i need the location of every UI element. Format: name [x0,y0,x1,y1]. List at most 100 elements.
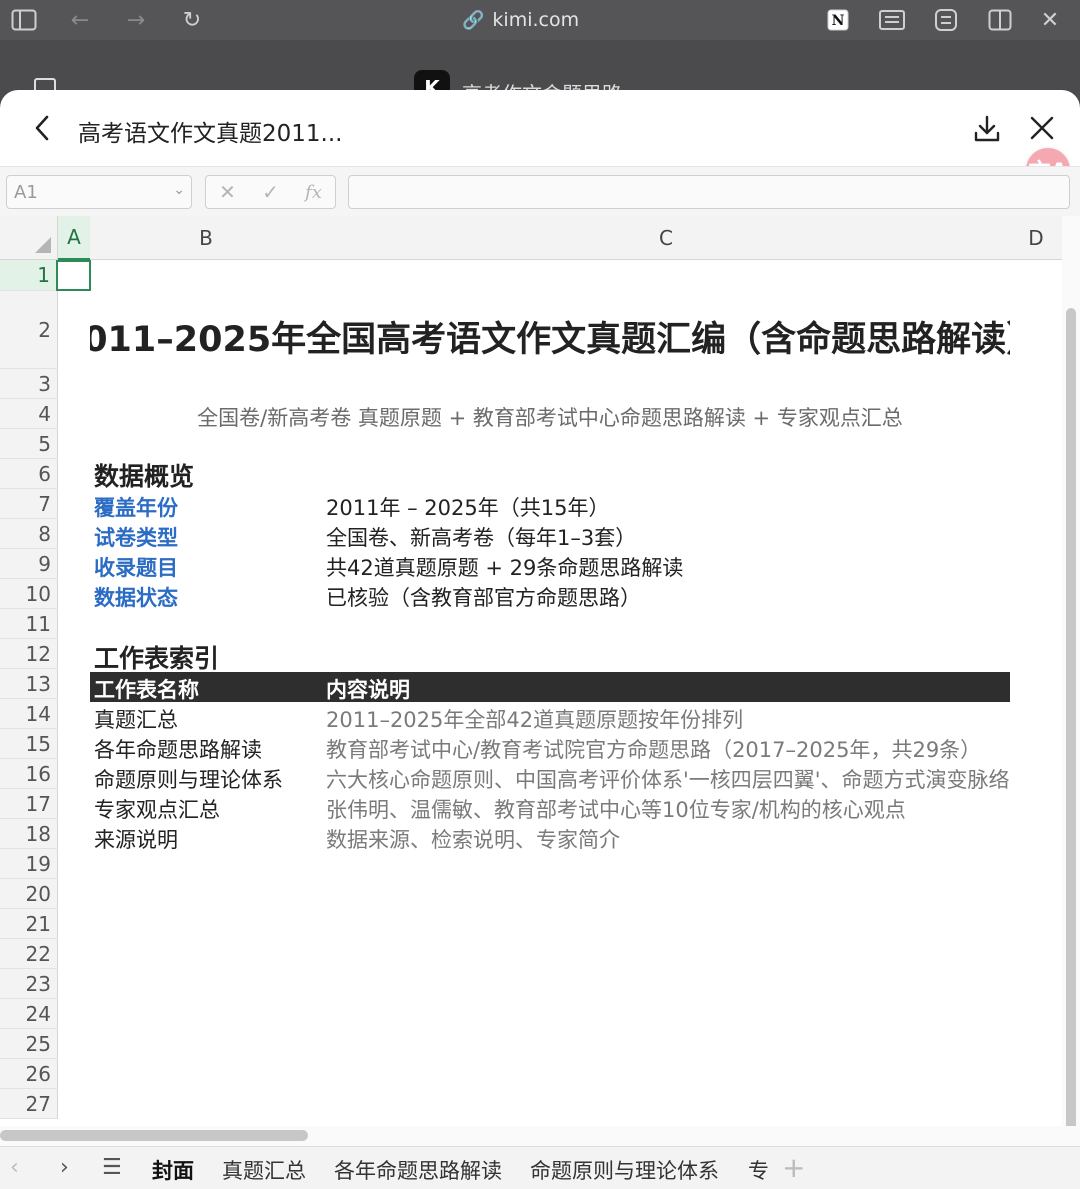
index-row-name: 各年命题思路解读 [94,738,262,762]
row-header[interactable]: 19 [0,849,58,879]
url-text: kimi.com [492,9,580,31]
overview-value: 共42道真题原题 + 29条命题思路解读 [326,556,684,580]
modal-title: 高考语文作文真题2011... [78,121,343,147]
svg-text:N: N [832,13,845,29]
overview-value: 已核验（含教育部官方命题思路） [326,586,641,610]
formula-bar: A1 ⌄ ✕ ✓ fx [0,166,1080,216]
index-row-desc: 张伟明、温儒敏、教育部考试中心等10位专家/机构的核心观点 [326,798,906,822]
split-view-icon[interactable] [986,6,1014,34]
close-icon [1030,116,1054,140]
row-header[interactable]: 13 [0,669,58,699]
address-bar[interactable]: 🔗 kimi.com [462,6,579,34]
index-table-header: 工作表名称 内容说明 [90,672,1010,702]
sidebar-toggle-icon[interactable] [10,6,38,34]
row-header[interactable]: 22 [0,939,58,969]
formula-actions: ✕ ✓ fx [205,175,336,209]
row-header[interactable]: 9 [0,549,58,579]
overview-label: 试卷类型 [94,526,178,550]
overview-label: 数据状态 [94,586,178,610]
row-header[interactable]: 15 [0,729,58,759]
row-header[interactable]: 26 [0,1059,58,1089]
close-window-icon[interactable]: ✕ [1036,6,1064,34]
selected-cell-a1[interactable] [56,260,91,291]
column-header-c[interactable]: C [322,216,1010,260]
column-header-d[interactable]: D [1010,216,1062,260]
row-header[interactable]: 23 [0,969,58,999]
tab-cover[interactable]: 封面 [152,1155,194,1185]
file-preview-modal: 高考语文作文真题2011... 文A A1 ⌄ ✕ ✓ fx A B C D 1… [0,90,1080,1189]
formula-input[interactable] [348,175,1070,209]
row-header[interactable]: 20 [0,879,58,909]
row-header[interactable]: 14 [0,699,58,729]
row-header[interactable]: 3 [0,369,58,399]
row-header[interactable]: 7 [0,489,58,519]
row-header[interactable]: 4 [0,399,58,429]
cancel-icon[interactable]: ✕ [219,180,236,204]
add-sheet-icon[interactable]: + [782,1151,805,1184]
tab-questions[interactable]: 真题汇总 [222,1155,306,1185]
row-header[interactable]: 27 [0,1089,58,1119]
row-header[interactable]: 16 [0,759,58,789]
cell-reference-box[interactable]: A1 ⌄ [6,175,192,209]
index-row-desc: 教育部考试中心/教育考试院官方命题思路（2017–2025年，共29条） [326,738,982,762]
sheet-title: 2011–2025年全国高考语文作文真题汇编（含命题思路解读） [90,320,1010,360]
row-header[interactable]: 25 [0,1029,58,1059]
vertical-scrollbar[interactable] [1066,308,1076,1178]
reader-icon[interactable] [878,6,906,34]
index-row-desc: 六大核心命题原则、中国高考评价体系'一核四层四翼'、命题方式演变脉络 [326,768,1010,792]
row-header[interactable]: 6 [0,459,58,489]
index-header-name: 工作表名称 [94,678,199,702]
tab-principles[interactable]: 命题原则与理论体系 [530,1155,719,1185]
tab-next-icon[interactable]: › [60,1155,69,1180]
row-header[interactable]: 21 [0,909,58,939]
notion-icon[interactable]: N [824,6,852,34]
reload-icon[interactable]: ↻ [178,6,206,34]
overview-value: 2011年 – 2025年（共15年） [326,496,610,520]
column-header-b[interactable]: B [90,216,322,260]
download-icon [974,115,1000,142]
forward-arrow-icon[interactable]: → [122,6,150,34]
select-all-corner[interactable] [0,216,58,260]
link-icon: 🔗 [462,9,485,31]
index-row-name: 专家观点汇总 [94,798,220,822]
row-header[interactable]: 11 [0,609,58,639]
row-header[interactable]: 10 [0,579,58,609]
index-row-desc: 数据来源、检索说明、专家简介 [326,828,620,852]
index-header-desc: 内容说明 [326,678,410,702]
row-header[interactable]: 5 [0,429,58,459]
column-header-a[interactable]: A [58,216,90,260]
row-header[interactable]: 8 [0,519,58,549]
overview-label: 收录题目 [94,556,178,580]
index-row-desc: 2011–2025年全部42道真题原题按年份排列 [326,708,744,732]
confirm-icon[interactable]: ✓ [262,180,279,204]
row-header[interactable]: 2 [0,291,58,369]
sheet-tab-bar: ‹ › ☰ 封面 真题汇总 各年命题思路解读 命题原则与理论体系 专 + [0,1146,1080,1189]
row-header[interactable]: 1 [0,260,58,291]
row-header[interactable]: 17 [0,789,58,819]
cell-reference-value: A1 [14,181,38,203]
download-button[interactable] [972,114,1002,144]
back-arrow-icon[interactable]: ← [66,6,94,34]
sheet-list-icon[interactable]: ☰ [102,1155,122,1180]
index-row-name: 真题汇总 [94,708,178,732]
horizontal-scrollbar[interactable] [0,1130,308,1141]
tab-experts[interactable]: 专 [748,1155,769,1185]
overview-value: 全国卷、新高考卷（每年1–3套） [326,526,637,550]
tab-prev-icon[interactable]: ‹ [10,1155,19,1180]
spreadsheet-grid: A B C D 1 2 3 4 5 6 7 8 9 10 11 12 13 14 15 16 17 18 19 20 2… [0,216,1062,1126]
back-button[interactable] [28,112,56,144]
index-row-name: 来源说明 [94,828,178,852]
row-header[interactable]: 12 [0,639,58,669]
index-row-name: 命题原则与理论体系 [94,768,283,792]
index-heading: 工作表索引 [94,644,220,673]
function-icon[interactable]: fx [305,182,322,203]
chevron-down-icon: ⌄ [173,182,185,198]
overview-heading: 数据概览 [94,462,195,491]
browser-toolbar: ← → ↻ 🔗 kimi.com N ✕ [0,0,1080,40]
tab-yearly-analysis[interactable]: 各年命题思路解读 [334,1155,502,1185]
row-header[interactable]: 18 [0,819,58,849]
close-button[interactable] [1028,114,1056,142]
sheet-subtitle: 全国卷/新高考卷 真题原题 + 教育部考试中心命题思路解读 + 专家观点汇总 [197,406,903,430]
row-header[interactable]: 24 [0,999,58,1029]
extension-icon[interactable] [932,6,960,34]
